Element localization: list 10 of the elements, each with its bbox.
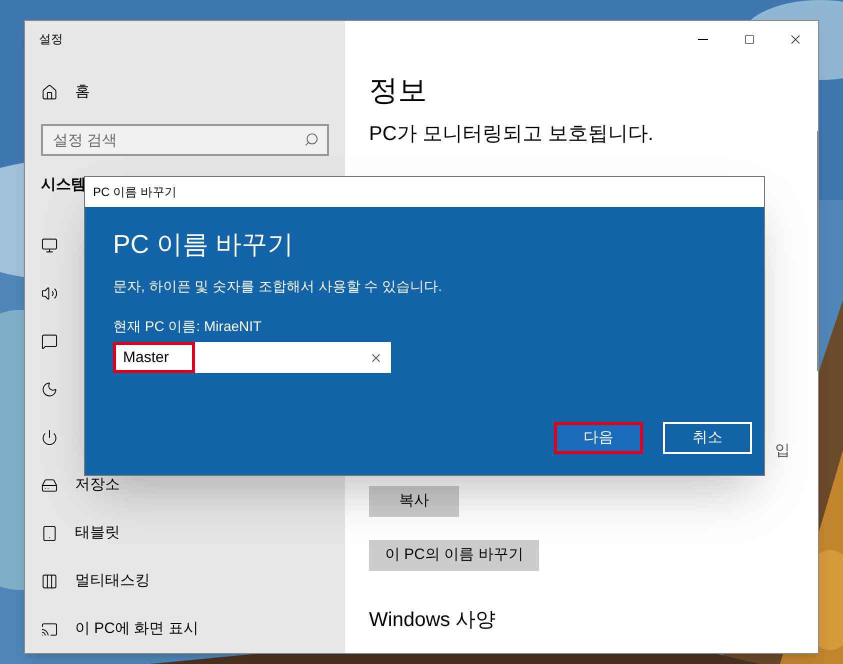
status-text: PC가 모니터링되고 보호됩니다. — [369, 122, 654, 147]
page-title: 정보 — [369, 74, 427, 109]
section-heading: 시스템 — [41, 175, 86, 196]
current-name-label: 현재 PC 이름: MiraeNIT — [113, 317, 262, 336]
window-title: 설정 — [39, 30, 63, 48]
section-heading: Windows 사양 — [369, 608, 496, 633]
dialog-title: PC 이름 바꾸기 — [93, 184, 176, 201]
dialog-description: 문자, 하이픈 및 숫자를 조합해서 사용할 수 있습니다. — [113, 277, 442, 296]
body-text: 입 — [775, 440, 790, 460]
dialog-heading: PC 이름 바꾸기 — [113, 228, 294, 261]
